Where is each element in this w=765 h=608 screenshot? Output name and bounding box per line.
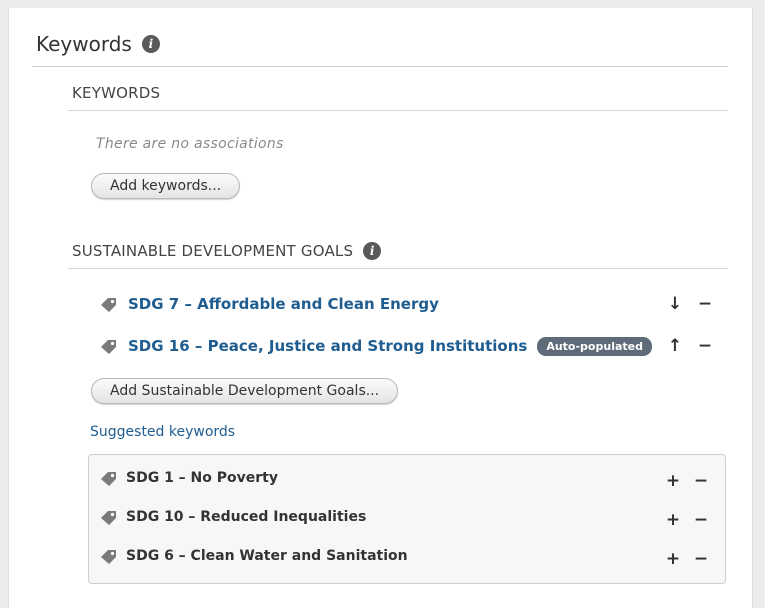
empty-associations-message: There are no associations [96, 136, 284, 152]
auto-populated-badge: Auto-populated [537, 336, 652, 356]
suggested-item: SDG 6 – Clean Water and Sanitation [100, 545, 408, 567]
sdg-heading: SUSTAINABLE DEVELOPMENT GOALS i [72, 242, 382, 260]
add-sdg-button[interactable]: Add Sustainable Development Goals... [91, 378, 399, 404]
sdg-heading-text: SUSTAINABLE DEVELOPMENT GOALS [72, 242, 354, 260]
minus-icon[interactable]: − [693, 510, 709, 530]
minus-icon[interactable]: − [697, 294, 713, 314]
sdg-item-link[interactable]: SDG 7 – Affordable and Clean Energy [128, 295, 439, 313]
minus-icon[interactable]: − [693, 549, 709, 569]
tag-icon [101, 550, 116, 564]
section-divider [32, 66, 728, 67]
tag-icon [101, 511, 116, 525]
suggested-keywords-label: Suggested keywords [90, 424, 236, 440]
tag-icon [101, 340, 116, 354]
suggested-item-label: SDG 10 – Reduced Inequalities [126, 509, 367, 525]
sdg-item: SDG 16 – Peace, Justice and Strong Insti… [100, 334, 652, 358]
arrow-down-icon[interactable]: ↓ [667, 294, 683, 314]
tag-icon [101, 298, 116, 312]
add-keywords-button[interactable]: Add keywords... [91, 173, 241, 199]
sdg-divider [68, 268, 728, 269]
suggested-item-label: SDG 6 – Clean Water and Sanitation [126, 548, 408, 564]
keywords-divider [68, 110, 728, 111]
tag-icon [101, 472, 116, 486]
minus-icon[interactable]: − [697, 336, 713, 356]
plus-icon[interactable]: + [665, 510, 681, 530]
suggested-item-label: SDG 1 – No Poverty [126, 470, 278, 486]
arrow-up-icon[interactable]: ↑ [667, 336, 683, 356]
info-icon[interactable]: i [141, 35, 160, 53]
suggested-item: SDG 1 – No Poverty [100, 467, 278, 489]
plus-icon[interactable]: + [665, 549, 681, 569]
minus-icon[interactable]: − [693, 471, 709, 491]
suggested-item: SDG 10 – Reduced Inequalities [100, 506, 366, 528]
keywords-heading-text: KEYWORDS [72, 84, 161, 102]
keywords-heading: KEYWORDS [72, 84, 160, 102]
info-icon[interactable]: i [363, 242, 382, 260]
sdg-item: SDG 7 – Affordable and Clean Energy [100, 292, 439, 316]
sdg-item-link[interactable]: SDG 16 – Peace, Justice and Strong Insti… [128, 337, 527, 355]
plus-icon[interactable]: + [665, 471, 681, 491]
section-title-text: Keywords [36, 32, 132, 56]
section-title: Keywords i [36, 32, 160, 56]
